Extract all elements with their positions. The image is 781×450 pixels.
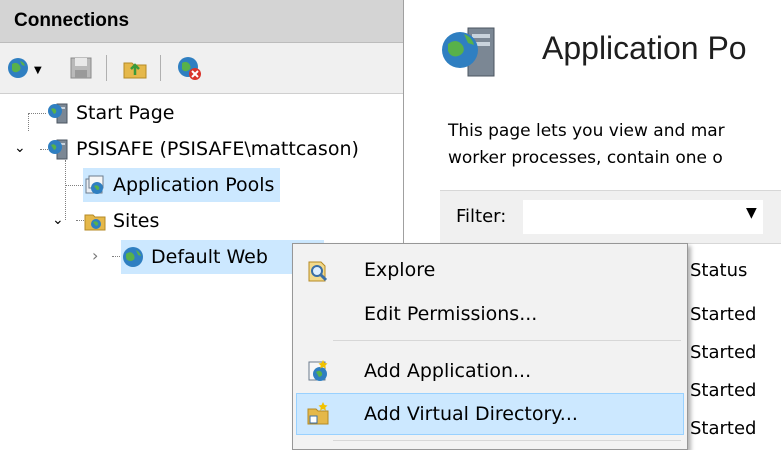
- tree-item-label: Sites: [113, 210, 160, 232]
- chevron-down-icon[interactable]: ▼: [34, 65, 42, 76]
- filter-label: Filter:: [456, 206, 507, 227]
- tree-item-start-page[interactable]: Start Page: [46, 96, 174, 130]
- status-cell: Started: [690, 380, 757, 401]
- status-cell: Started: [690, 304, 757, 325]
- start-page-icon: [48, 103, 68, 124]
- toolbar-separator: [106, 55, 107, 81]
- chevron-down-icon[interactable]: ⌄: [52, 212, 64, 228]
- connect-icon[interactable]: [6, 55, 32, 81]
- save-icon[interactable]: [68, 55, 94, 81]
- menu-item-add-virtual-directory[interactable]: Add Virtual Directory...: [296, 393, 684, 435]
- status-column-header[interactable]: Status: [690, 260, 747, 281]
- tree-item-label: Start Page: [76, 102, 175, 124]
- context-menu: Explore Edit Permissions... Add Applicat…: [292, 243, 688, 450]
- tree-connector: [28, 113, 29, 131]
- tree-item-sites[interactable]: Sites: [83, 204, 159, 238]
- globe-icon: [123, 247, 143, 267]
- menu-item-label: Add Virtual Directory...: [364, 403, 578, 425]
- tree-item-label: Default Web: [151, 246, 268, 268]
- filter-bar: Filter: ▼: [440, 190, 781, 244]
- menu-item-edit-permissions[interactable]: Edit Permissions...: [297, 294, 683, 334]
- menu-item-label: Add Application...: [364, 360, 532, 382]
- explore-icon: [308, 261, 328, 282]
- server-icon: [48, 139, 68, 160]
- chevron-down-icon[interactable]: ▼: [746, 205, 757, 221]
- menu-item-explore[interactable]: Explore: [297, 250, 683, 290]
- connections-header: Connections: [0, 0, 403, 43]
- tree-item-application-pools[interactable]: Application Pools: [83, 168, 281, 202]
- connections-toolbar: ▼: [0, 43, 403, 94]
- menu-item-label: Explore: [364, 259, 436, 281]
- add-application-icon: [308, 360, 328, 381]
- tree-connector: [28, 113, 46, 114]
- chevron-down-icon[interactable]: ⌄: [14, 140, 26, 156]
- page-description: This page lets you view and mar worker p…: [448, 118, 725, 172]
- menu-separator: [333, 440, 681, 441]
- disconnect-icon[interactable]: [176, 55, 202, 81]
- menu-item-add-application[interactable]: Add Application...: [297, 351, 683, 391]
- tree-item-label: Application Pools: [113, 174, 275, 196]
- up-folder-icon[interactable]: [122, 55, 148, 81]
- sites-folder-icon: [84, 214, 106, 231]
- toolbar-separator: [160, 55, 161, 81]
- menu-separator: [333, 340, 681, 341]
- status-cell: Started: [690, 342, 757, 363]
- tree-item-server[interactable]: PSISAFE (PSISAFE\mattcason): [46, 132, 359, 166]
- connections-title: Connections: [14, 10, 130, 31]
- status-cell: Started: [690, 418, 757, 439]
- page-title: Application Po: [542, 30, 747, 66]
- app-pools-header-icon: [442, 27, 495, 77]
- tree-item-label: PSISAFE (PSISAFE\mattcason): [76, 138, 359, 160]
- app-pools-icon: [85, 175, 104, 194]
- filter-input[interactable]: [522, 199, 764, 235]
- tree-connector: [65, 160, 66, 220]
- description-line: worker processes, contain one o: [448, 148, 723, 168]
- menu-item-label: Edit Permissions...: [364, 303, 538, 325]
- add-virtual-directory-icon: [307, 402, 329, 425]
- chevron-right-icon[interactable]: ›: [92, 246, 98, 265]
- description-line: This page lets you view and mar: [448, 121, 725, 141]
- tree-connector: [65, 185, 83, 186]
